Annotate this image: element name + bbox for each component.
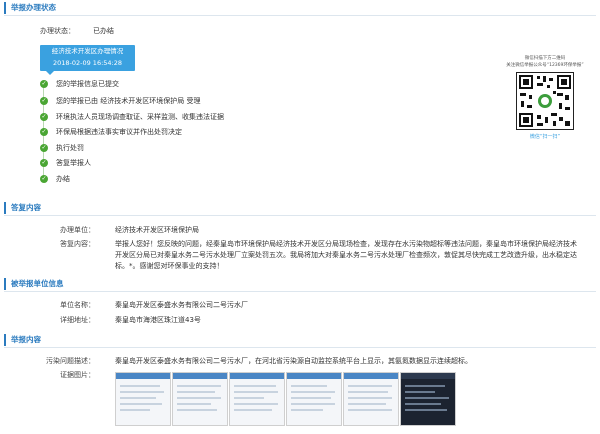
check-icon: ✓ [40, 97, 48, 105]
step-label: 环保局根据违法事实审议并作出处罚决定 [56, 128, 182, 136]
unit-name-label: 单位名称： [60, 301, 95, 309]
unit-name-value: 秦皇岛开发区泰盛水务有限公司二号污水厂 [115, 301, 248, 309]
check-icon: ✓ [40, 159, 48, 167]
step-label: 答复举报人 [56, 159, 91, 167]
evidence-image[interactable] [286, 372, 342, 426]
qr-code-icon [516, 72, 574, 130]
divider [4, 347, 596, 348]
status-box-time: 2018-02-09 16:54:28 [52, 59, 123, 67]
evidence-label: 证据图片： [60, 371, 95, 379]
status-value: 已办结 [93, 27, 114, 35]
step-label: 您的举报已由 经济技术开发区环境保护局 受理 [56, 97, 201, 105]
step-label: 环境执法人员现场调查取证、采样监测、收集违法证据 [56, 113, 224, 121]
status-box: 经济技术开发区办理情况 2018-02-09 16:54:28 [40, 45, 135, 75]
reply-text: 举报人您好！您反映的问题，经秦皇岛市环境保护局经济技术开发区分局现场检查，发现存… [115, 240, 577, 270]
step-label: 您的举报信息已提交 [56, 80, 119, 88]
qr-panel: 微信扫描下方二维码 关注微信举报公众号“12369环保举报” 微信“扫一扫” [506, 55, 584, 140]
section-title-reply: 答复内容 [4, 202, 41, 214]
divider [4, 215, 596, 216]
check-icon: ✓ [40, 80, 48, 88]
evidence-image[interactable] [229, 372, 285, 426]
section-title-report-content: 举报内容 [4, 334, 41, 346]
unit-value: 经济技术开发区环境保护局 [115, 226, 199, 234]
divider [4, 291, 596, 292]
status-label: 办理状态： [40, 27, 75, 35]
evidence-image[interactable] [172, 372, 228, 426]
divider [4, 15, 596, 16]
address-value: 秦皇岛市海港区珠江道43号 [115, 316, 201, 324]
qr-footer: 微信“扫一扫” [529, 134, 561, 140]
status-box-arrow [46, 71, 54, 75]
reply-label: 答复内容： [60, 240, 95, 248]
qr-caption: 微信扫描下方二维码 [524, 56, 566, 61]
qr-caption-2: 关注微信举报公众号“12369环保举报” [506, 63, 584, 68]
check-icon: ✓ [40, 144, 48, 152]
step-label: 执行处罚 [56, 144, 84, 152]
address-label: 详细地址： [60, 316, 95, 324]
evidence-image[interactable] [343, 372, 399, 426]
check-icon: ✓ [40, 113, 48, 121]
problem-value: 秦皇岛开发区泰盛水务有限公司二号污水厂，在河北省污染源自动监控系统平台上显示，其… [115, 357, 472, 365]
section-title-status: 举报办理状态 [4, 2, 56, 14]
check-icon: ✓ [40, 175, 48, 183]
status-box-title: 经济技术开发区办理情况 [51, 47, 124, 55]
problem-label: 污染问题描述： [46, 357, 95, 365]
unit-label: 办理单位： [60, 226, 95, 234]
section-title-reported-unit: 被举报单位信息 [4, 278, 64, 290]
evidence-image[interactable] [115, 372, 171, 426]
check-icon: ✓ [40, 128, 48, 136]
step-label: 办结 [56, 175, 70, 183]
evidence-image[interactable] [400, 372, 456, 426]
